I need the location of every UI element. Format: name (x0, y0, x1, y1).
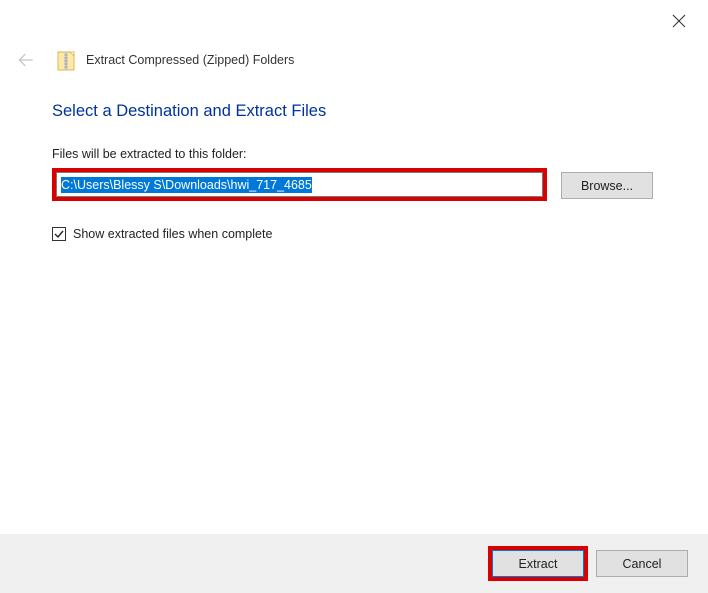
titlebar (0, 0, 708, 40)
destination-highlight: C:\Users\Blessy S\Downloads\hwi_717_4685 (52, 168, 547, 201)
footer: Extract Cancel (0, 534, 708, 593)
show-extracted-row: Show extracted files when complete (52, 227, 656, 241)
zipped-folder-icon (56, 48, 76, 72)
wizard-header: Extract Compressed (Zipped) Folders (0, 40, 708, 80)
browse-button[interactable]: Browse... (561, 172, 653, 199)
show-extracted-checkbox[interactable] (52, 227, 66, 241)
destination-input[interactable]: C:\Users\Blessy S\Downloads\hwi_717_4685 (56, 172, 543, 197)
destination-input-value: C:\Users\Blessy S\Downloads\hwi_717_4685 (61, 177, 312, 193)
back-arrow-icon (14, 48, 38, 72)
wizard-title: Extract Compressed (Zipped) Folders (86, 53, 294, 67)
destination-label: Files will be extracted to this folder: (52, 147, 656, 161)
show-extracted-label: Show extracted files when complete (73, 227, 272, 241)
extract-highlight: Extract (488, 546, 588, 581)
destination-row: C:\Users\Blessy S\Downloads\hwi_717_4685… (52, 168, 656, 201)
page-heading: Select a Destination and Extract Files (52, 102, 656, 121)
cancel-button[interactable]: Cancel (596, 550, 688, 577)
extract-button[interactable]: Extract (492, 550, 584, 577)
close-icon[interactable] (672, 14, 686, 28)
content-area: Select a Destination and Extract Files F… (0, 80, 708, 241)
